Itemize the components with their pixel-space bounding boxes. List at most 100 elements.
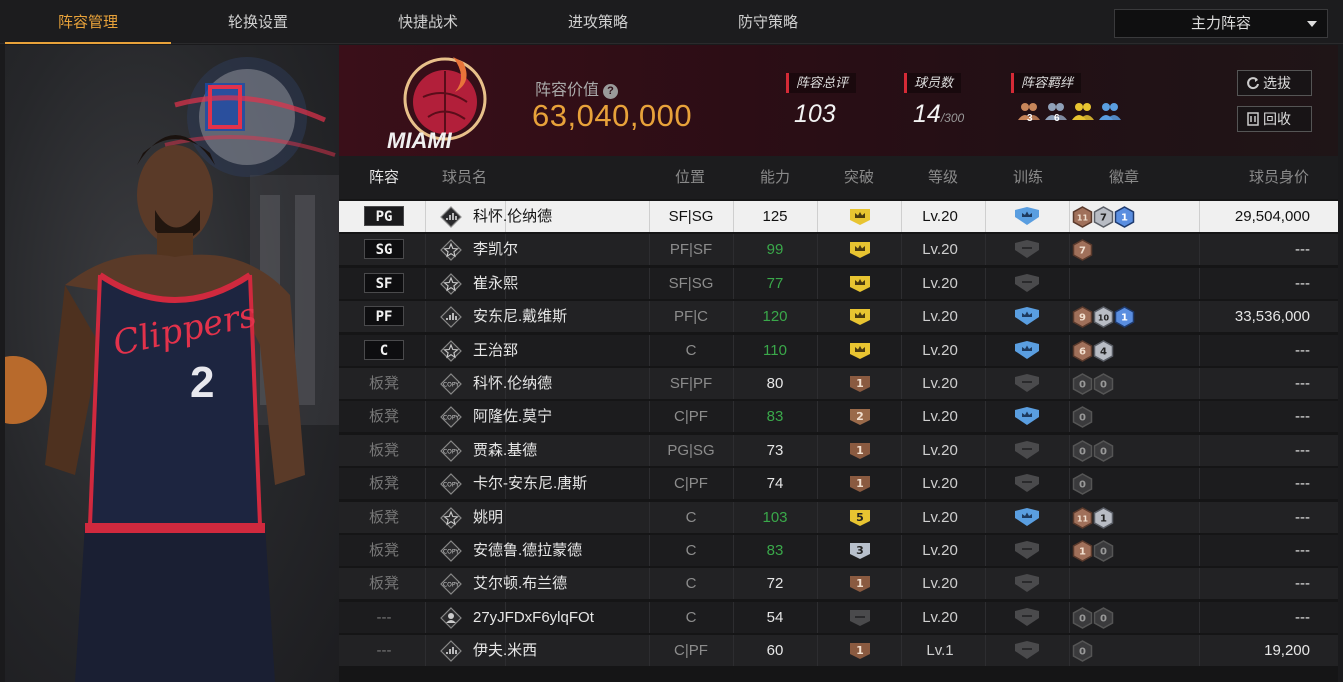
role-badge: SF [364, 272, 404, 293]
draft-button[interactable]: 选拔 [1237, 70, 1312, 96]
column-divider [1199, 201, 1200, 232]
table-row[interactable]: C 王治郅 C 110 Lv.20 6 4 --- [339, 334, 1338, 366]
training-icon[interactable] [1013, 507, 1041, 532]
training-icon[interactable] [1013, 373, 1041, 398]
copy-card-icon: COPY [440, 406, 462, 433]
breakthrough-icon[interactable] [848, 340, 872, 365]
role-cell: 板凳 [368, 441, 399, 459]
badge-group[interactable]: 9 10 1 [1072, 306, 1135, 329]
badge-group[interactable]: 64 [1072, 339, 1114, 362]
training-icon[interactable] [1013, 440, 1041, 465]
training-icon[interactable] [1013, 540, 1041, 565]
svg-text:1: 1 [1079, 547, 1086, 558]
table-row[interactable]: 板凳 COPY 艾尔顿.布兰德 C 72 1 Lv.20 --- [339, 568, 1338, 600]
column-divider [425, 434, 426, 466]
breakthrough-icon[interactable]: 3 [848, 540, 872, 565]
table-row[interactable]: 板凳 COPY 卡尔-安东尼.唐斯 C|PF 74 1 Lv.20 0 --- [339, 468, 1338, 500]
table-row[interactable]: 板凳 姚明 C 103 5 Lv.20 11 1 --- [339, 501, 1338, 533]
breakthrough-icon[interactable]: 1 [848, 440, 872, 465]
badge-icon: 9 [1072, 306, 1093, 332]
breakthrough-icon[interactable] [848, 273, 872, 298]
badge-group[interactable]: 10 [1072, 540, 1114, 562]
breakthrough-icon[interactable]: 1 [848, 640, 872, 665]
breakthrough-icon[interactable] [848, 239, 872, 264]
training-icon[interactable] [1013, 206, 1041, 231]
player-level: Lv.20 [922, 341, 958, 359]
tab-lineup-management[interactable]: 阵容管理 [5, 0, 171, 44]
player-level: Lv.20 [922, 241, 958, 259]
tab-quick-tactics[interactable]: 快捷战术 [345, 0, 511, 44]
breakthrough-icon[interactable]: 2 [848, 406, 872, 431]
table-row[interactable]: --- 27yJFDxF6ylqFOt C 54 Lv.20 0 0 --- [339, 601, 1338, 633]
badge-group[interactable]: 0 [1072, 473, 1093, 496]
table-row[interactable]: SG 李凯尔 PF|SF 99 Lv.20 7 --- [339, 234, 1338, 266]
table-row[interactable]: 板凳 COPY 阿隆佐.莫宁 C|PF 83 2 Lv.20 0 --- [339, 401, 1338, 433]
col-breakthrough: 突破 [844, 169, 875, 186]
table-row[interactable]: 板凳 COPY 科怀.伦纳德 SF|PF 80 1 Lv.20 0 0 --- [339, 368, 1338, 399]
table-row[interactable]: --- 伊夫.米西 C|PF 60 1 Lv.1 0 19,200 [339, 635, 1338, 667]
training-icon[interactable] [1013, 607, 1041, 632]
badge-group[interactable]: 00 [1072, 606, 1114, 629]
table-row[interactable]: 板凳 COPY 贾森.基德 PG|SG 73 1 Lv.20 0 0 --- [339, 434, 1338, 466]
recycle-button[interactable]: 回收 [1237, 106, 1312, 132]
svg-text:2: 2 [856, 410, 864, 423]
svg-text:1: 1 [856, 644, 864, 657]
player-level: Lv.20 [922, 608, 958, 626]
column-divider [1069, 267, 1070, 299]
training-icon[interactable] [1013, 306, 1041, 331]
player-name: 贾森.基德 [473, 441, 538, 459]
column-divider [1069, 301, 1070, 333]
breakthrough-icon[interactable] [848, 306, 872, 331]
player-value: --- [1295, 375, 1310, 392]
training-icon[interactable] [1013, 640, 1041, 665]
player-ability: 103 [762, 508, 788, 526]
column-divider [425, 201, 426, 232]
tab-rotation-settings[interactable]: 轮换设置 [175, 0, 341, 44]
breakthrough-icon[interactable] [848, 607, 872, 632]
badge-group[interactable]: 0 [1072, 640, 1093, 663]
column-divider [1199, 434, 1200, 466]
table-row[interactable]: PG 科怀.伦纳德 SF|SG 125 Lv.20 11 7 1 29,504,000 [339, 201, 1338, 232]
badge-group[interactable]: 0 [1072, 406, 1093, 429]
svg-text:1: 1 [856, 444, 864, 457]
player-portrait: Clippers 2 [5, 45, 339, 682]
player-ability: 120 [762, 308, 788, 326]
table-row[interactable]: SF 崔永熙 SF|SG 77 Lv.20 --- [339, 267, 1338, 299]
role-cell: --- [376, 642, 392, 660]
badge-icon: 0 [1093, 540, 1114, 566]
table-row[interactable]: PF 安东尼.戴维斯 PF|C 120 Lv.20 9 10 1 33,536,000 [339, 301, 1338, 333]
column-divider [1069, 234, 1070, 266]
player-level: Lv.20 [922, 375, 958, 392]
breakthrough-icon[interactable]: 1 [848, 573, 872, 598]
training-icon[interactable] [1013, 406, 1041, 431]
player-ability: 99 [766, 241, 784, 259]
training-icon[interactable] [1013, 239, 1041, 264]
training-icon[interactable] [1013, 473, 1041, 498]
bond-icons[interactable]: 36 [1017, 101, 1125, 127]
table-row[interactable]: 板凳 COPY 安德鲁.德拉蒙德 C 83 3 Lv.20 1 0 --- [339, 535, 1338, 566]
column-divider [1199, 334, 1200, 366]
role-badge: PF [364, 306, 404, 327]
breakthrough-icon[interactable] [848, 206, 872, 231]
role-badge: PG [364, 206, 404, 226]
help-icon[interactable]: ? [603, 84, 619, 99]
tab-defense-strategy[interactable]: 防守策略 [685, 0, 851, 44]
breakthrough-icon[interactable]: 5 [848, 507, 872, 532]
badge-group[interactable]: 11 7 1 [1072, 206, 1135, 228]
badge-icon: 1 [1114, 306, 1135, 332]
lineup-select[interactable]: 主力阵容 [1114, 9, 1328, 38]
badge-group[interactable]: 11 1 [1072, 506, 1114, 529]
badge-group[interactable]: 00 [1072, 439, 1114, 462]
breakthrough-icon[interactable]: 1 [848, 373, 872, 398]
training-icon[interactable] [1013, 273, 1041, 298]
column-divider [425, 234, 426, 266]
tab-offense-strategy[interactable]: 进攻策略 [515, 0, 681, 44]
player-value: --- [1295, 274, 1310, 292]
training-icon[interactable] [1013, 573, 1041, 598]
player-value: --- [1295, 241, 1310, 259]
breakthrough-icon[interactable]: 1 [848, 473, 872, 498]
training-icon[interactable] [1013, 340, 1041, 365]
role-cell: PG [343, 201, 425, 232]
badge-group[interactable]: 00 [1072, 373, 1114, 395]
badge-group[interactable]: 7 [1072, 239, 1093, 262]
